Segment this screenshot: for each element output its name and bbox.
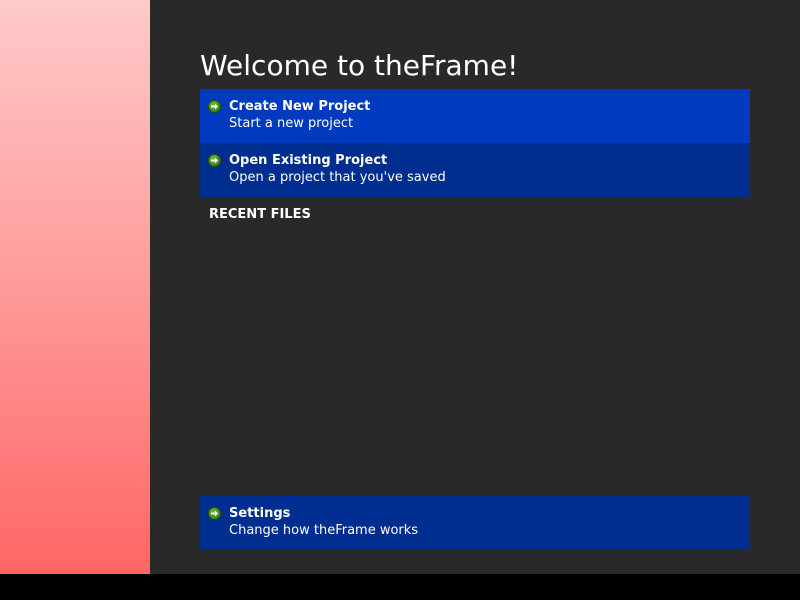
arrow-right-icon [208,154,221,167]
recent-files-heading: RECENT FILES [209,207,311,222]
settings-title: Settings [229,506,291,521]
open-existing-project-button[interactable]: Open Existing Project Open a project tha… [200,143,750,197]
arrow-right-icon [208,100,221,113]
arrow-right-icon [208,507,221,520]
create-new-project-button[interactable]: Create New Project Start a new project [200,89,750,143]
welcome-window: Welcome to theFrame! Create New Project … [0,0,800,574]
page-title: Welcome to theFrame! [200,49,519,82]
open-existing-project-subtitle: Open a project that you've saved [229,170,446,185]
settings-button[interactable]: Settings Change how theFrame works [200,496,750,549]
main-content: Welcome to theFrame! Create New Project … [200,0,750,574]
settings-subtitle: Change how theFrame works [229,523,419,538]
recent-files-list [200,228,750,488]
side-gradient-panel [0,0,150,574]
create-new-project-title: Create New Project [229,99,371,114]
create-new-project-subtitle: Start a new project [229,116,354,131]
open-existing-project-title: Open Existing Project [229,153,388,168]
